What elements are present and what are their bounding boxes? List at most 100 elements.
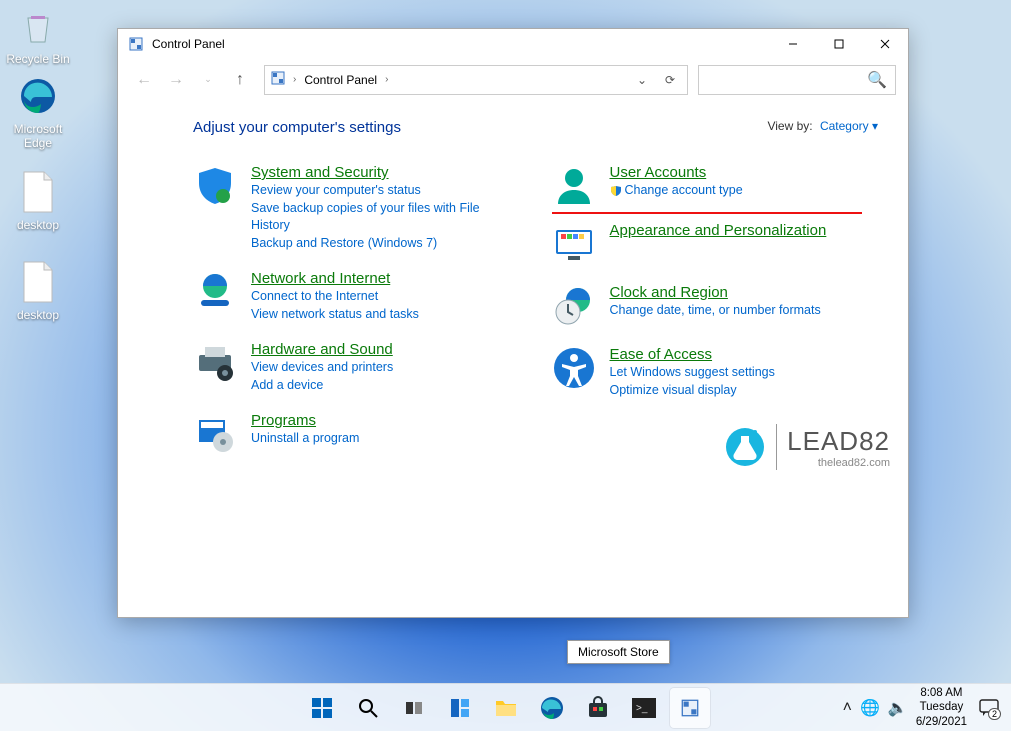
category-title[interactable]: Ease of Access [610, 346, 713, 363]
clock-globe-icon [552, 284, 596, 328]
search-icon[interactable]: 🔍 [867, 70, 887, 90]
nav-row: ← → ⌄ ↑ › Control Panel › ⌄ ⟳ 🔍 [118, 59, 908, 101]
title-bar[interactable]: Control Panel [118, 29, 908, 59]
desktop-icon-recycle-bin[interactable]: Recycle Bin [0, 2, 76, 66]
uac-shield-icon [610, 185, 622, 197]
category-link[interactable]: View network status and tasks [251, 306, 419, 324]
desktop-icon-label: Recycle Bin [6, 52, 69, 66]
desktop-icon-file-2[interactable]: desktop [0, 258, 76, 322]
watermark-url: thelead82.com [787, 457, 890, 469]
category-title[interactable]: Network and Internet [251, 270, 390, 287]
user-icon [552, 164, 596, 208]
view-by-dropdown[interactable]: Category ▾ [820, 119, 878, 133]
address-bar[interactable]: › Control Panel › ⌄ ⟳ [264, 65, 688, 95]
watermark: LEAD82 thelead82.com [724, 424, 890, 470]
breadcrumb-item[interactable]: Control Panel [304, 73, 377, 87]
edge-button[interactable] [532, 688, 572, 728]
category-title[interactable]: User Accounts [610, 164, 707, 181]
close-button[interactable] [862, 29, 908, 59]
control-panel-window: Control Panel ← → ⌄ ↑ › Control Panel › … [117, 28, 909, 618]
widgets-button[interactable] [440, 688, 480, 728]
forward-button[interactable]: → [162, 66, 190, 94]
shield-icon [193, 164, 237, 208]
category-link[interactable]: View devices and printers [251, 359, 393, 377]
back-button[interactable]: ← [130, 66, 158, 94]
taskbar-center: >_ [302, 688, 710, 728]
category-title[interactable]: Programs [251, 412, 316, 429]
category-link[interactable]: Optimize visual display [610, 382, 775, 400]
taskbar-right: ˄ 🌐 🔈 8:08 AM Tuesday 6/29/2021 2 [843, 684, 1003, 731]
file-icon [14, 258, 62, 306]
system-tray[interactable]: ˄ 🌐 🔈 [843, 698, 908, 718]
desktop-icon-file-1[interactable]: desktop [0, 168, 76, 232]
taskbar: >_ ˄ 🌐 🔈 8:08 AM Tuesday 6/29/2021 2 [0, 683, 1011, 731]
annotation-underline [552, 212, 862, 214]
desktop-icon-label: desktop [17, 218, 59, 232]
watermark-brand: LEAD82 [787, 426, 890, 457]
category-link[interactable]: Uninstall a program [251, 430, 359, 448]
chevron-right-icon[interactable]: › [293, 74, 296, 85]
maximize-button[interactable] [816, 29, 862, 59]
view-by: View by: Category ▾ [767, 119, 878, 133]
notification-button[interactable]: 2 [975, 694, 1003, 722]
desktop-icon-label: Microsoft Edge [14, 122, 63, 150]
search-input[interactable] [707, 73, 867, 87]
globe-icon [193, 270, 237, 314]
window-controls [770, 29, 908, 59]
category-title[interactable]: System and Security [251, 164, 389, 181]
search-box[interactable]: 🔍 [698, 65, 896, 95]
programs-icon [193, 412, 237, 456]
view-by-label: View by: [767, 119, 812, 133]
category-system-security: System and Security Review your computer… [193, 164, 522, 252]
category-link[interactable]: Let Windows suggest settings [610, 364, 775, 382]
category-title[interactable]: Clock and Region [610, 284, 728, 301]
category-title[interactable]: Hardware and Sound [251, 341, 393, 358]
category-appearance: Appearance and Personalization [552, 222, 881, 266]
notification-count: 2 [988, 708, 1001, 720]
edge-icon [14, 72, 62, 120]
printer-icon [193, 341, 237, 385]
tooltip: Microsoft Store [567, 640, 670, 664]
category-link[interactable]: Change date, time, or number formats [610, 302, 821, 320]
accessibility-icon [552, 346, 596, 390]
control-panel-icon [271, 71, 285, 88]
terminal-button[interactable]: >_ [624, 688, 664, 728]
refresh-button[interactable]: ⟳ [659, 66, 681, 94]
recycle-bin-icon [14, 2, 62, 50]
minimize-button[interactable] [770, 29, 816, 59]
category-hardware: Hardware and Sound View devices and prin… [193, 341, 522, 394]
category-title[interactable]: Appearance and Personalization [610, 222, 827, 239]
search-button[interactable] [348, 688, 388, 728]
category-link[interactable]: Change account type [610, 182, 743, 200]
chevron-right-icon[interactable]: › [385, 74, 388, 85]
volume-icon[interactable]: 🔈 [888, 698, 908, 718]
desktop-icon-edge[interactable]: Microsoft Edge [0, 72, 76, 150]
tray-overflow-icon[interactable]: ˄ [843, 699, 852, 717]
file-explorer-button[interactable] [486, 688, 526, 728]
recent-dropdown[interactable]: ⌄ [194, 66, 222, 94]
control-panel-icon [128, 36, 144, 52]
category-link[interactable]: Connect to the Internet [251, 288, 419, 306]
category-network: Network and Internet Connect to the Inte… [193, 270, 522, 323]
category-programs: Programs Uninstall a program [193, 412, 522, 456]
network-icon[interactable]: 🌐 [860, 698, 880, 718]
category-link[interactable]: Backup and Restore (Windows 7) [251, 235, 522, 253]
store-button[interactable] [578, 688, 618, 728]
clock-day: Tuesday [916, 700, 967, 714]
window-title: Control Panel [152, 37, 770, 51]
flask-icon [724, 426, 766, 468]
task-view-button[interactable] [394, 688, 434, 728]
svg-text:>_: >_ [636, 703, 648, 714]
clock-time: 8:08 AM [916, 686, 967, 700]
category-link[interactable]: Review your computer's status [251, 182, 522, 200]
category-link[interactable]: Add a device [251, 377, 393, 395]
taskbar-clock[interactable]: 8:08 AM Tuesday 6/29/2021 [916, 686, 967, 729]
category-link[interactable]: Save backup copies of your files with Fi… [251, 200, 522, 235]
address-dropdown[interactable]: ⌄ [631, 66, 653, 94]
left-column: System and Security Review your computer… [193, 164, 522, 474]
category-ease-of-access: Ease of Access Let Windows suggest setti… [552, 346, 881, 399]
file-icon [14, 168, 62, 216]
start-button[interactable] [302, 688, 342, 728]
up-button[interactable]: ↑ [226, 66, 254, 94]
control-panel-taskbar-button[interactable] [670, 688, 710, 728]
